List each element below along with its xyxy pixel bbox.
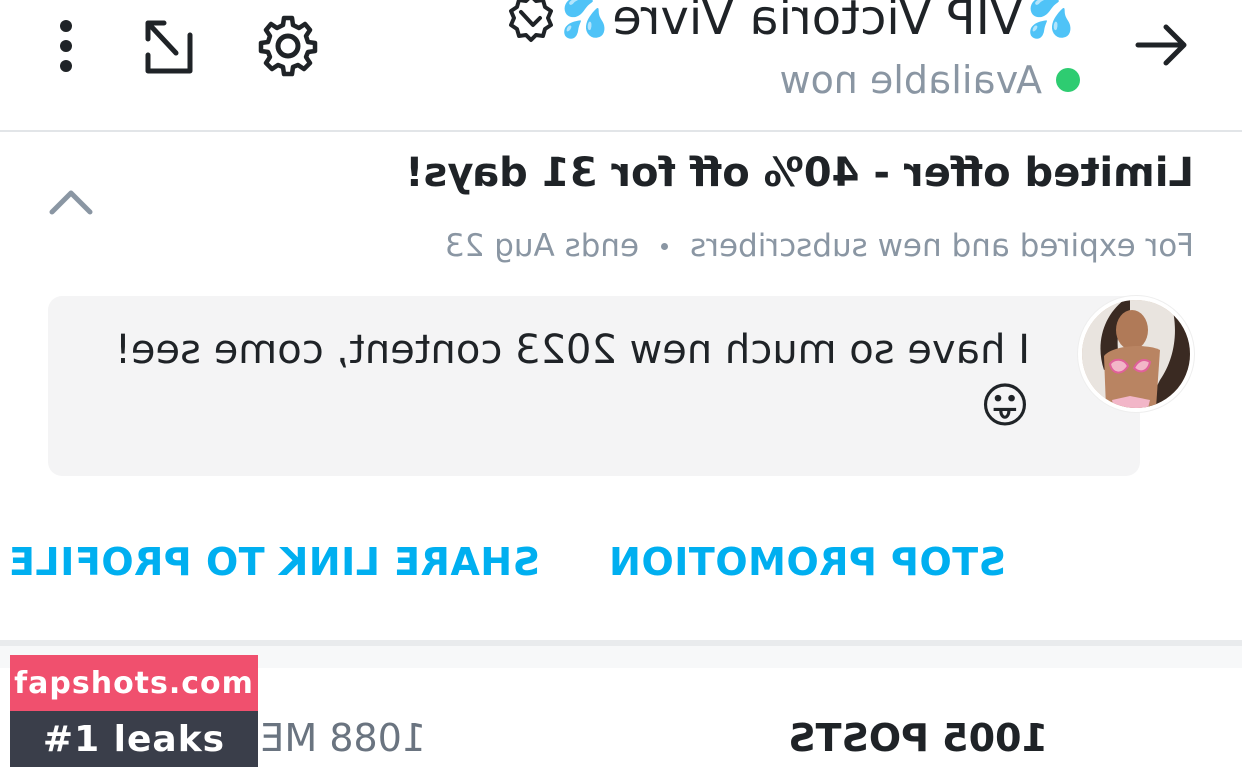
avatar[interactable] (1078, 296, 1194, 412)
promotion-actions: STOP PROMOTION SHARE LINK TO PROFILE (0, 540, 1242, 604)
tongue-emoji: 😛 (979, 378, 1030, 434)
promotion-ends: ends Aug 23 (444, 228, 640, 264)
back-arrow-icon[interactable] (1132, 20, 1192, 70)
profile-name: VIP Victoria Vivre (612, 0, 1023, 46)
promotion-title: Limited offer - 40% off for 31 days! (405, 150, 1194, 196)
top-bar: 💦 VIP Victoria Vivre 💦 Available now (0, 0, 1242, 132)
online-dot-icon (1056, 68, 1080, 92)
droplets-emoji: 💦 (560, 0, 609, 40)
message-text: I have so much new 2023 content, come se… (114, 327, 1030, 373)
message-content: I have so much new 2023 content, come se… (70, 322, 1030, 437)
posts-count[interactable]: 1005 POSTS (788, 716, 1048, 760)
status-text: Available now (779, 58, 1043, 102)
watermark-site: fapshots.com (10, 655, 258, 711)
verified-badge-icon (505, 0, 557, 44)
promotion-message: I have so much new 2023 content, come se… (48, 296, 1194, 476)
more-vertical-icon[interactable] (46, 14, 86, 78)
availability-status: Available now (779, 58, 1080, 102)
watermark-tagline: #1 leaks (10, 711, 258, 767)
share-link-button[interactable]: SHARE LINK TO PROFILE (9, 540, 541, 584)
droplets-emoji: 💦 (1026, 0, 1074, 40)
stop-promotion-button[interactable]: STOP PROMOTION (609, 540, 1006, 584)
share-icon[interactable] (136, 14, 200, 78)
promotion-subtitle: For expired and new subscribers ends Aug… (445, 228, 1194, 264)
separator-dot (661, 242, 669, 250)
message-bubble: I have so much new 2023 content, come se… (48, 296, 1140, 476)
watermark: fapshots.com #1 leaks (10, 655, 258, 767)
profile-title: 💦 VIP Victoria Vivre 💦 (505, 0, 1074, 48)
chevron-up-icon[interactable] (48, 186, 94, 220)
promotion-audience: For expired and new subscribers (690, 228, 1194, 264)
settings-gear-icon[interactable] (256, 14, 320, 78)
